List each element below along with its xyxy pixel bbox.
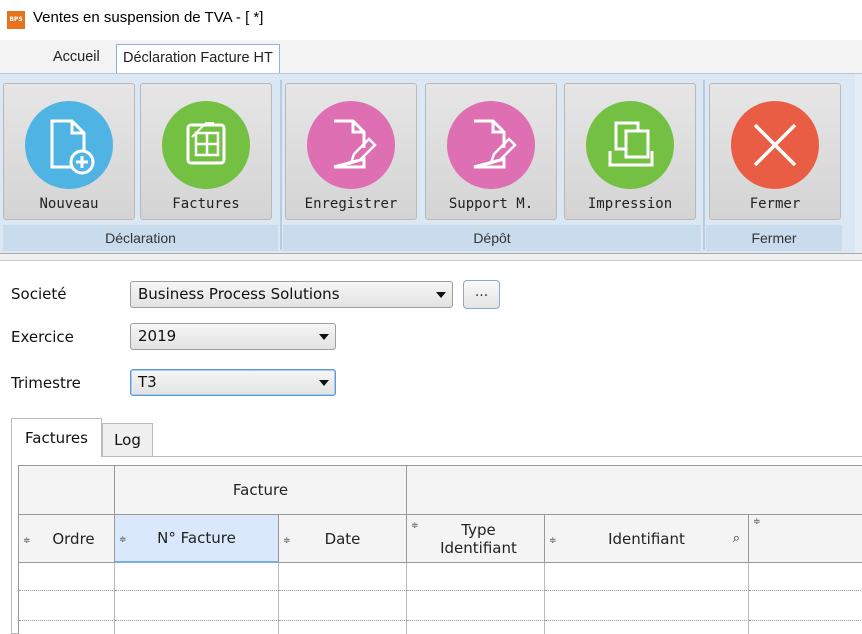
new-document-icon	[25, 101, 113, 189]
chevron-down-icon	[436, 292, 446, 298]
table-cell[interactable]	[749, 563, 862, 591]
tab-declaration-facture-ht[interactable]: Déclaration Facture HT	[116, 44, 280, 73]
exercice-select[interactable]: 2019	[130, 323, 336, 350]
group-separator	[280, 80, 282, 250]
table-cell[interactable]	[279, 621, 407, 634]
support-m-label: Support M.	[448, 196, 534, 212]
societe-select[interactable]: Business Process Solutions	[130, 281, 453, 308]
table-cell[interactable]	[407, 591, 545, 621]
enregistrer-label: Enregistrer	[304, 196, 398, 212]
band-empty-right	[407, 466, 862, 515]
societe-more-button[interactable]: ...	[463, 280, 500, 309]
group-label-declaration: Déclaration	[3, 225, 278, 251]
edit-document-icon	[307, 101, 395, 189]
edit-document-icon	[447, 101, 535, 189]
societe-value: Business Process Solutions	[138, 285, 340, 303]
table-cell[interactable]	[407, 621, 545, 634]
table-cell[interactable]	[19, 621, 115, 634]
fermer-label: Fermer	[749, 196, 801, 212]
tab-log[interactable]: Log	[102, 423, 153, 456]
sort-icon: ≑	[283, 536, 291, 546]
trimestre-label: Trimestre	[11, 374, 81, 392]
group-label-fermer: Fermer	[706, 225, 842, 251]
app-icon: BPS	[7, 11, 25, 29]
printer-icon	[586, 101, 674, 189]
column-label: Ordre	[52, 530, 95, 548]
factures-label: Factures	[172, 196, 240, 212]
ribbon-tab-bar: Accueil Déclaration Facture HT	[0, 40, 862, 73]
table-cell[interactable]	[115, 621, 279, 634]
table-cell[interactable]	[115, 563, 279, 591]
table-cell[interactable]	[545, 621, 749, 634]
table-cell[interactable]	[545, 591, 749, 621]
column-label: N° Facture	[157, 529, 236, 547]
column-header-no-facture[interactable]: ≑ N° Facture	[115, 515, 279, 563]
table-cell[interactable]	[545, 563, 749, 591]
table-cell[interactable]	[19, 563, 115, 591]
column-header-identifiant[interactable]: ≑ Identifiant ⌕	[545, 515, 749, 563]
band-facture: Facture	[115, 466, 407, 515]
table-cell[interactable]	[749, 621, 862, 634]
band-empty-left	[19, 466, 115, 515]
column-header-extra[interactable]: ≑	[749, 515, 862, 563]
title-bar: BPS Ventes en suspension de TVA - [ *]	[0, 0, 862, 40]
trimestre-select[interactable]: T3	[130, 369, 336, 396]
group-separator	[703, 80, 705, 250]
filter-icon[interactable]: ⌕	[733, 515, 740, 563]
tab-factures[interactable]: Factures	[11, 418, 102, 457]
table-cell[interactable]	[115, 591, 279, 621]
table-cell[interactable]	[407, 563, 545, 591]
nouveau-button[interactable]: Nouveau	[3, 83, 135, 220]
sort-icon: ≑	[23, 536, 31, 546]
table-cell[interactable]	[749, 591, 862, 621]
column-header-type-identifiant[interactable]: ≑ Type Identifiant	[407, 515, 545, 563]
group-label-depot: Dépôt	[283, 225, 701, 251]
tab-accueil[interactable]: Accueil	[47, 44, 106, 73]
table-cell[interactable]	[19, 591, 115, 621]
chevron-down-icon	[319, 334, 329, 340]
support-m-button[interactable]: Support M.	[425, 83, 557, 220]
nouveau-label: Nouveau	[39, 196, 99, 212]
column-label: Type Identifiant	[440, 521, 517, 557]
factures-grid: Facture ≑ Ordre ≑ N° Facture ≑ Date ≑ Ty…	[18, 465, 862, 634]
table-cell[interactable]	[279, 591, 407, 621]
window-title: Ventes en suspension de TVA - [ *]	[33, 9, 264, 26]
column-label: Identifiant	[608, 530, 685, 548]
close-icon	[731, 101, 819, 189]
sort-icon: ≑	[119, 535, 127, 545]
column-header-date[interactable]: ≑ Date	[279, 515, 407, 563]
exercice-label: Exercice	[11, 328, 74, 346]
sort-icon: ≑	[549, 536, 557, 546]
sort-icon: ≑	[411, 521, 419, 531]
invoice-grid-icon	[162, 101, 250, 189]
column-header-ordre[interactable]: ≑ Ordre	[19, 515, 115, 563]
enregistrer-button[interactable]: Enregistrer	[285, 83, 417, 220]
factures-button[interactable]: Factures	[140, 83, 272, 220]
splitter[interactable]	[0, 253, 862, 261]
impression-button[interactable]: Impression	[564, 83, 696, 220]
ribbon-panel: Nouveau Factures Enregistrer Support M. …	[0, 74, 855, 254]
ribbon: Nouveau Factures Enregistrer Support M. …	[0, 73, 862, 254]
sort-icon: ≑	[753, 517, 761, 527]
impression-label: Impression	[587, 196, 673, 212]
chevron-down-icon	[319, 380, 329, 386]
column-label: Date	[324, 530, 361, 548]
fermer-button[interactable]: Fermer	[709, 83, 841, 220]
societe-label: Societé	[11, 285, 67, 303]
exercice-value: 2019	[138, 327, 177, 345]
trimestre-value: T3	[138, 373, 157, 391]
table-cell[interactable]	[279, 563, 407, 591]
